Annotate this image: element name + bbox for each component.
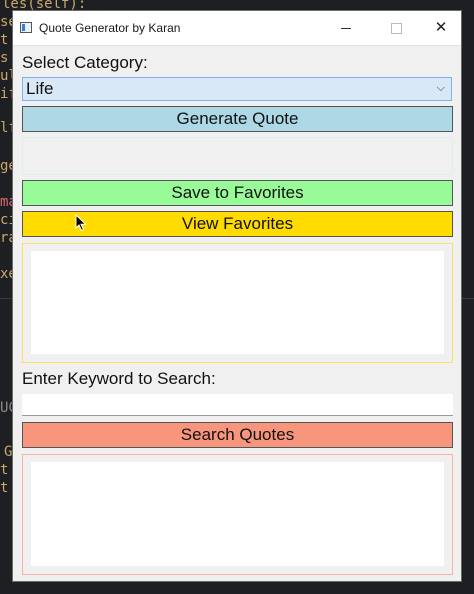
minimize-button[interactable] xyxy=(323,15,369,41)
category-label: Select Category: xyxy=(22,53,148,72)
search-quotes-button[interactable]: Search Quotes xyxy=(22,422,453,448)
generate-quote-button[interactable]: Generate Quote xyxy=(22,106,453,132)
mouse-cursor-icon xyxy=(75,214,87,232)
search-results-list[interactable] xyxy=(31,462,444,566)
chevron-down-icon: ⌵ xyxy=(436,82,445,94)
window-title: Quote Generator by Karan xyxy=(39,21,181,35)
maximize-icon xyxy=(391,23,402,34)
search-label: Enter Keyword to Search: xyxy=(22,369,216,388)
quote-display xyxy=(22,137,453,175)
code-fragment: t xyxy=(0,480,9,496)
category-dropdown[interactable]: Life ⌵ xyxy=(22,77,452,101)
category-selected-value: Life xyxy=(26,79,54,98)
app-window-icon xyxy=(20,22,32,33)
search-results-frame xyxy=(22,454,453,575)
title-bar[interactable]: Quote Generator by Karan ✕ xyxy=(13,11,461,46)
close-icon: ✕ xyxy=(434,19,448,36)
maximize-button[interactable] xyxy=(373,15,419,41)
code-fragment: t xyxy=(0,32,9,48)
minimize-icon xyxy=(341,28,351,29)
code-fragment: s xyxy=(0,50,9,66)
app-window: Quote Generator by Karan ✕ Select Catego… xyxy=(12,10,462,582)
close-button[interactable]: ✕ xyxy=(418,15,464,41)
favorites-list[interactable] xyxy=(31,251,444,354)
search-input[interactable] xyxy=(22,394,453,416)
favorites-frame xyxy=(22,243,453,363)
code-fragment: t xyxy=(0,462,9,478)
save-to-favorites-button[interactable]: Save to Favorites xyxy=(22,180,453,206)
